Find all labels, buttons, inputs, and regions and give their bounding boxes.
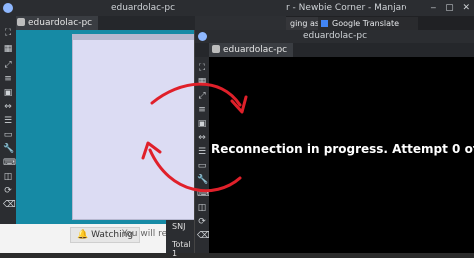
eraser-icon[interactable]: ⌫ (3, 200, 16, 210)
back-window-titlebar[interactable]: eduardolac-pc (0, 0, 286, 16)
front-tab-label: eduardolac-pc (223, 45, 288, 55)
front-toolbar: ⛶ ▦ ⤢ ≡ ▣ ⇔ ☰ ▭ 🔧 ⌨ ◫ ⟳ ⌫ (195, 57, 210, 253)
front-remote-window: eduardolac-pc eduardolac-pc ⛶ ▦ ⤢ ≡ ▣ ⇔ … (194, 30, 474, 253)
scale-icon[interactable]: ▭ (197, 161, 207, 171)
grid-icon[interactable]: ▦ (3, 44, 13, 54)
list-icon[interactable]: ☰ (3, 116, 13, 126)
menu-icon[interactable]: ≡ (3, 74, 13, 84)
back-toolbar: ⛶ ▦ ⤢ ≡ ▣ ⇔ ☰ ▭ 🔧 ⌨ ◫ ⟳ ⌫ (0, 16, 16, 224)
eraser-icon[interactable]: ⌫ (197, 231, 210, 241)
resize-icon[interactable]: ⤢ (197, 91, 207, 101)
close-icon[interactable]: ✕ (462, 3, 470, 13)
reconnection-message: Reconnection in progress. Attempt 0 of 2… (211, 142, 474, 156)
wrench-icon[interactable]: 🔧 (197, 175, 208, 185)
browser-title: r - Newbie Corner - Manjaro Linux Forum … (286, 3, 406, 13)
window-icon[interactable]: ◫ (3, 172, 13, 182)
translate-icon (321, 20, 328, 27)
remote-screen-area[interactable]: Reconnection in progress. Attempt 0 of 2… (209, 57, 474, 253)
front-window-titlebar[interactable]: eduardolac-pc (195, 30, 474, 43)
bell-icon: 🔔 (77, 230, 89, 240)
resize-icon[interactable]: ⤢ (3, 60, 13, 70)
menu-icon[interactable]: ≡ (197, 105, 207, 115)
window-controls: ‒ ▢ ✕ (430, 0, 470, 16)
remote-window-panel (72, 34, 196, 220)
back-tab-bar: eduardolac-pc (0, 16, 195, 30)
fit-icon[interactable]: ▣ (197, 119, 207, 129)
browser-tab-strip: ging as a u Google Translate (286, 16, 474, 30)
fullscreen-icon[interactable]: ⛶ (3, 28, 13, 38)
front-window-title: eduardolac-pc (302, 31, 368, 41)
minimize-icon[interactable]: ‒ (430, 3, 436, 13)
sync-icon[interactable]: ⟳ (3, 186, 13, 196)
monitor-icon (212, 45, 220, 53)
mini-window: SNJ Total 1 (166, 220, 196, 258)
browser-tab[interactable]: ging as a u (286, 17, 334, 30)
back-window-title: eduardolac-pc (110, 3, 176, 13)
maximize-icon[interactable]: ▢ (445, 3, 454, 13)
front-tab-bar: eduardolac-pc (195, 43, 474, 57)
front-tab[interactable]: eduardolac-pc (209, 43, 294, 57)
browser-titlebar[interactable]: r - Newbie Corner - Manjaro Linux Forum … (286, 0, 474, 16)
window-icon[interactable]: ◫ (197, 203, 207, 213)
back-tab-label: eduardolac-pc (28, 18, 93, 28)
grid-icon[interactable]: ▦ (197, 77, 207, 87)
fullscreen-icon[interactable]: ⛶ (197, 63, 207, 73)
browser-tab-translate[interactable]: Google Translate (318, 17, 418, 30)
keyboard-icon[interactable]: ⌨ (3, 158, 16, 168)
arrows-icon[interactable]: ⇔ (197, 133, 207, 143)
mini-tab-label: SNJ (172, 222, 186, 231)
fit-icon[interactable]: ▣ (3, 88, 13, 98)
browser-tab-label: Google Translate (332, 19, 400, 28)
wrench-icon[interactable]: 🔧 (3, 144, 14, 154)
app-logo-icon (3, 3, 13, 13)
scale-icon[interactable]: ▭ (3, 130, 13, 140)
keyboard-icon[interactable]: ⌨ (197, 189, 210, 199)
list-icon[interactable]: ☰ (197, 147, 207, 157)
sync-icon[interactable]: ⟳ (197, 217, 207, 227)
mini-total-label: Total 1 (172, 240, 191, 258)
back-tab[interactable]: eduardolac-pc (14, 16, 99, 30)
arrows-icon[interactable]: ⇔ (3, 102, 13, 112)
monitor-icon (17, 18, 25, 26)
remote-panel-header (72, 34, 194, 40)
